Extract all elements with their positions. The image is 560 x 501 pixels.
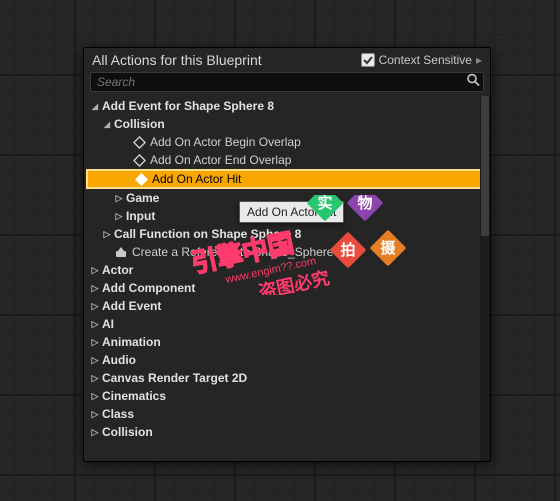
- expand-arrow-icon: [90, 337, 100, 348]
- tree-category-label: Collision: [102, 425, 153, 439]
- tree-category[interactable]: Collision: [84, 423, 490, 441]
- tree-category[interactable]: Audio: [84, 351, 490, 369]
- action-tree: Add Event for Shape Sphere 8 Collision A…: [84, 96, 490, 461]
- expand-arrow-icon: [90, 301, 100, 312]
- tree-item-actor-end-overlap[interactable]: Add On Actor End Overlap: [84, 151, 490, 169]
- expand-arrow-icon: [90, 101, 100, 112]
- expand-arrow-icon: [102, 119, 112, 130]
- chevron-right-icon: ▸: [476, 53, 482, 67]
- tree-category[interactable]: Add Component: [84, 279, 490, 297]
- tree-item-create-reference[interactable]: Create a Reference to Shape_Sphere: [84, 243, 490, 261]
- expand-arrow-icon: [114, 211, 124, 222]
- scrollbar-thumb[interactable]: [481, 96, 489, 236]
- reference-icon: [114, 245, 128, 259]
- tree-category[interactable]: Animation: [84, 333, 490, 351]
- tree-category-label: Cinematics: [102, 389, 166, 403]
- expand-arrow-icon: [90, 409, 100, 420]
- scrollbar[interactable]: [480, 96, 490, 461]
- tree-category-label: AI: [102, 317, 114, 331]
- expand-arrow-icon: [90, 355, 100, 366]
- panel-header: All Actions for this Blueprint Context S…: [84, 48, 490, 70]
- tree-category-label: Canvas Render Target 2D: [102, 371, 247, 385]
- tree-category-label: Animation: [102, 335, 161, 349]
- tooltip: Add On Actor Hit: [239, 201, 344, 223]
- tree-category-label: Class: [102, 407, 134, 421]
- expand-arrow-icon: [114, 193, 124, 204]
- context-sensitive-label: Context Sensitive: [379, 53, 472, 67]
- expand-arrow-icon: [90, 391, 100, 402]
- context-sensitive-toggle[interactable]: Context Sensitive ▸: [361, 53, 482, 67]
- checkbox-checked-icon: [361, 53, 375, 67]
- tree-category[interactable]: Actor: [84, 261, 490, 279]
- expand-arrow-icon: [90, 319, 100, 330]
- panel-title: All Actions for this Blueprint: [92, 52, 262, 68]
- tree-category-label: Add Event: [102, 299, 161, 313]
- tree-group-call-function[interactable]: Call Function on Shape Sphere 8: [84, 225, 490, 243]
- search-row: [84, 70, 490, 96]
- tree-category-label: Add Component: [102, 281, 195, 295]
- event-icon: [132, 153, 146, 167]
- event-icon: [132, 135, 146, 149]
- expand-arrow-icon: [90, 427, 100, 438]
- search-input[interactable]: [90, 72, 484, 92]
- expand-arrow-icon: [90, 265, 100, 276]
- expand-arrow-icon: [90, 283, 100, 294]
- tree-category-label: Audio: [102, 353, 136, 367]
- tree-category[interactable]: Cinematics: [84, 387, 490, 405]
- tree-item-actor-hit-selected[interactable]: Add On Actor Hit: [86, 169, 488, 189]
- event-icon: [134, 172, 148, 186]
- actions-context-menu: All Actions for this Blueprint Context S…: [83, 47, 491, 462]
- tree-category[interactable]: Class: [84, 405, 490, 423]
- tree-item-actor-begin-overlap[interactable]: Add On Actor Begin Overlap: [84, 133, 490, 151]
- tooltip-text: Add On Actor Hit: [247, 205, 336, 219]
- tree-category[interactable]: Add Event: [84, 297, 490, 315]
- tree-category[interactable]: Canvas Render Target 2D: [84, 369, 490, 387]
- expand-arrow-icon: [102, 229, 112, 240]
- expand-arrow-icon: [90, 373, 100, 384]
- tree-category[interactable]: AI: [84, 315, 490, 333]
- tree-group-add-event-shape[interactable]: Add Event for Shape Sphere 8: [84, 97, 490, 115]
- tree-group-collision[interactable]: Collision: [84, 115, 490, 133]
- tree-category-label: Actor: [102, 263, 133, 277]
